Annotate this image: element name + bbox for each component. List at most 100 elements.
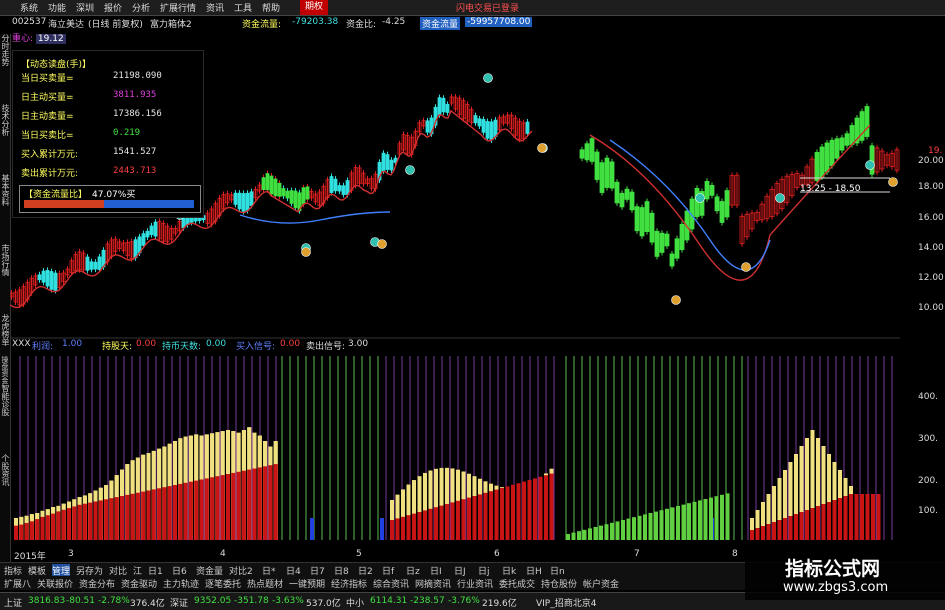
tab-item[interactable]: 委托成交 (499, 577, 535, 590)
flow-bar-red (505, 486, 510, 540)
fund-flow-value: -79203.38 (292, 17, 339, 27)
flow-bar-green (698, 500, 702, 540)
menu-item-help[interactable]: 帮助 (262, 1, 280, 14)
sidebar-tab-technical[interactable]: 技术分析 (0, 104, 10, 136)
flow-bar-red (215, 476, 220, 540)
tab-item[interactable]: 帐户资金 (583, 577, 619, 590)
indicator-readout-line: XXX 利润: 1.00 持股天: 0.00 持币天数: 0.00 买入信号: … (10, 338, 900, 352)
flow-bar-green (593, 527, 598, 540)
flow-bar-red (821, 504, 826, 540)
flow-bar-red (406, 515, 411, 540)
flow-bar-red (56, 511, 61, 540)
flow-bar-red (29, 521, 34, 540)
sidebar-tab-fundamentals[interactable]: 基本资料 (0, 174, 10, 206)
date-tick: 5 (356, 549, 362, 559)
candle-body (445, 103, 450, 113)
candle-body (333, 178, 338, 192)
flow-bar-red (109, 498, 114, 540)
flow-bar-red (98, 500, 103, 540)
tab-item[interactable]: 逐笔委托 (205, 577, 241, 590)
index-shanghai-change: -80.51 (66, 596, 96, 606)
fund-ratio-bar (24, 200, 194, 208)
tab-item[interactable]: 综合资讯 (373, 577, 409, 590)
tab-item[interactable]: 关联报价 (37, 577, 73, 590)
candle-body (719, 201, 725, 223)
flow-bar-red (805, 510, 809, 540)
menu-item-news[interactable]: 资讯 (206, 1, 224, 14)
candle-body (133, 239, 138, 259)
candle-body (245, 192, 250, 211)
candle-body (674, 238, 680, 259)
candle-body (337, 185, 342, 192)
flow-bar-red (761, 526, 765, 540)
sidebar-tab-minute[interactable]: 分时走势 (0, 34, 10, 66)
flow-bar-red (19, 524, 24, 540)
buy-signal-marker (695, 193, 705, 203)
profit-value: 1.00 (62, 339, 83, 349)
candle-body (85, 256, 90, 271)
flow-bar-green (670, 507, 675, 540)
flow-bar-green (643, 514, 647, 540)
tab-item[interactable]: 一键预期 (289, 577, 325, 590)
formula-name: 富力箱体2 (150, 20, 192, 30)
sidebar-tab-market[interactable]: 市场行情 (0, 244, 10, 276)
sidebar-tab-news[interactable]: 个股资讯 (0, 454, 10, 486)
candle-body (281, 188, 286, 197)
tab-item[interactable]: 行业资讯 (457, 577, 493, 590)
sidebar-tab-diagnosis[interactable]: 智能诊股 (0, 384, 10, 416)
tab-item[interactable]: 资金分布 (79, 577, 115, 590)
menu-item-shenzhen[interactable]: 深圳 (76, 1, 94, 14)
candle-body (145, 230, 150, 238)
lower-tick: 100. (918, 506, 939, 516)
menu-item-analysis[interactable]: 分析 (132, 1, 150, 14)
menu-item-options[interactable]: 期权 (300, 0, 329, 15)
tab-item[interactable]: 扩展八 (4, 577, 31, 590)
menu-item-extended[interactable]: 扩展行情 (160, 1, 196, 14)
candle-body (89, 261, 94, 270)
menu-item-tools[interactable]: 工具 (234, 1, 252, 14)
tab-item[interactable]: 网摘资讯 (415, 577, 451, 590)
candle-body (644, 201, 650, 232)
candle-body (659, 232, 665, 253)
flow-bar-red (428, 508, 433, 540)
tab-item[interactable]: 热点题材 (247, 577, 283, 590)
candle-body (869, 145, 875, 175)
menu-item-function[interactable]: 功能 (48, 1, 66, 14)
flow-bar-red (500, 488, 504, 540)
flow-bar-red (236, 471, 241, 540)
flow-bar-red (35, 519, 40, 540)
sidebar-tab-ranking[interactable]: 龙虎榜单 (0, 314, 10, 346)
tab-item[interactable]: 资金驱动 (121, 577, 157, 590)
fund-flow-histogram[interactable] (10, 352, 900, 550)
chart-title-bar: 002537 海立美达 (日线 前复权) 富力箱体2 资金流量: -79203.… (10, 16, 535, 31)
menu-item-system[interactable]: 系统 (20, 1, 38, 14)
flow-bar-red (854, 494, 859, 540)
candle-body (589, 138, 595, 162)
tab-item[interactable]: 经济指标 (331, 577, 367, 590)
fund-ratio-bar-fill (24, 200, 105, 208)
flow-bar-red (167, 486, 172, 540)
candle-body (485, 121, 490, 139)
price-top-label: 19. (928, 146, 943, 156)
candle-body (481, 119, 486, 133)
candle-body (293, 190, 298, 209)
candle-body (839, 137, 845, 151)
lower-tick: 200. (918, 476, 939, 486)
menu-item-quote[interactable]: 报价 (104, 1, 122, 14)
candle-body (849, 125, 855, 145)
tab-item[interactable]: 持仓股份 (541, 577, 577, 590)
xxx-label: XXX (12, 339, 31, 349)
flow-bar-green (588, 528, 592, 540)
flow-bar-green (615, 521, 620, 540)
panel-row-label: 当日买卖量= (21, 74, 74, 84)
flow-bar-green (665, 508, 669, 540)
tab-item[interactable]: 主力轨迹 (163, 577, 199, 590)
flow-bar-red (860, 494, 864, 540)
flow-bar-green (604, 524, 609, 540)
panel-row-value: 21198.090 (113, 71, 162, 81)
flow-bar-red (120, 496, 124, 540)
fund-flow-label: 资金流量: (242, 20, 282, 30)
candle-body (614, 181, 620, 204)
flow-bar-green (621, 520, 625, 540)
flow-bar-red (199, 479, 204, 540)
